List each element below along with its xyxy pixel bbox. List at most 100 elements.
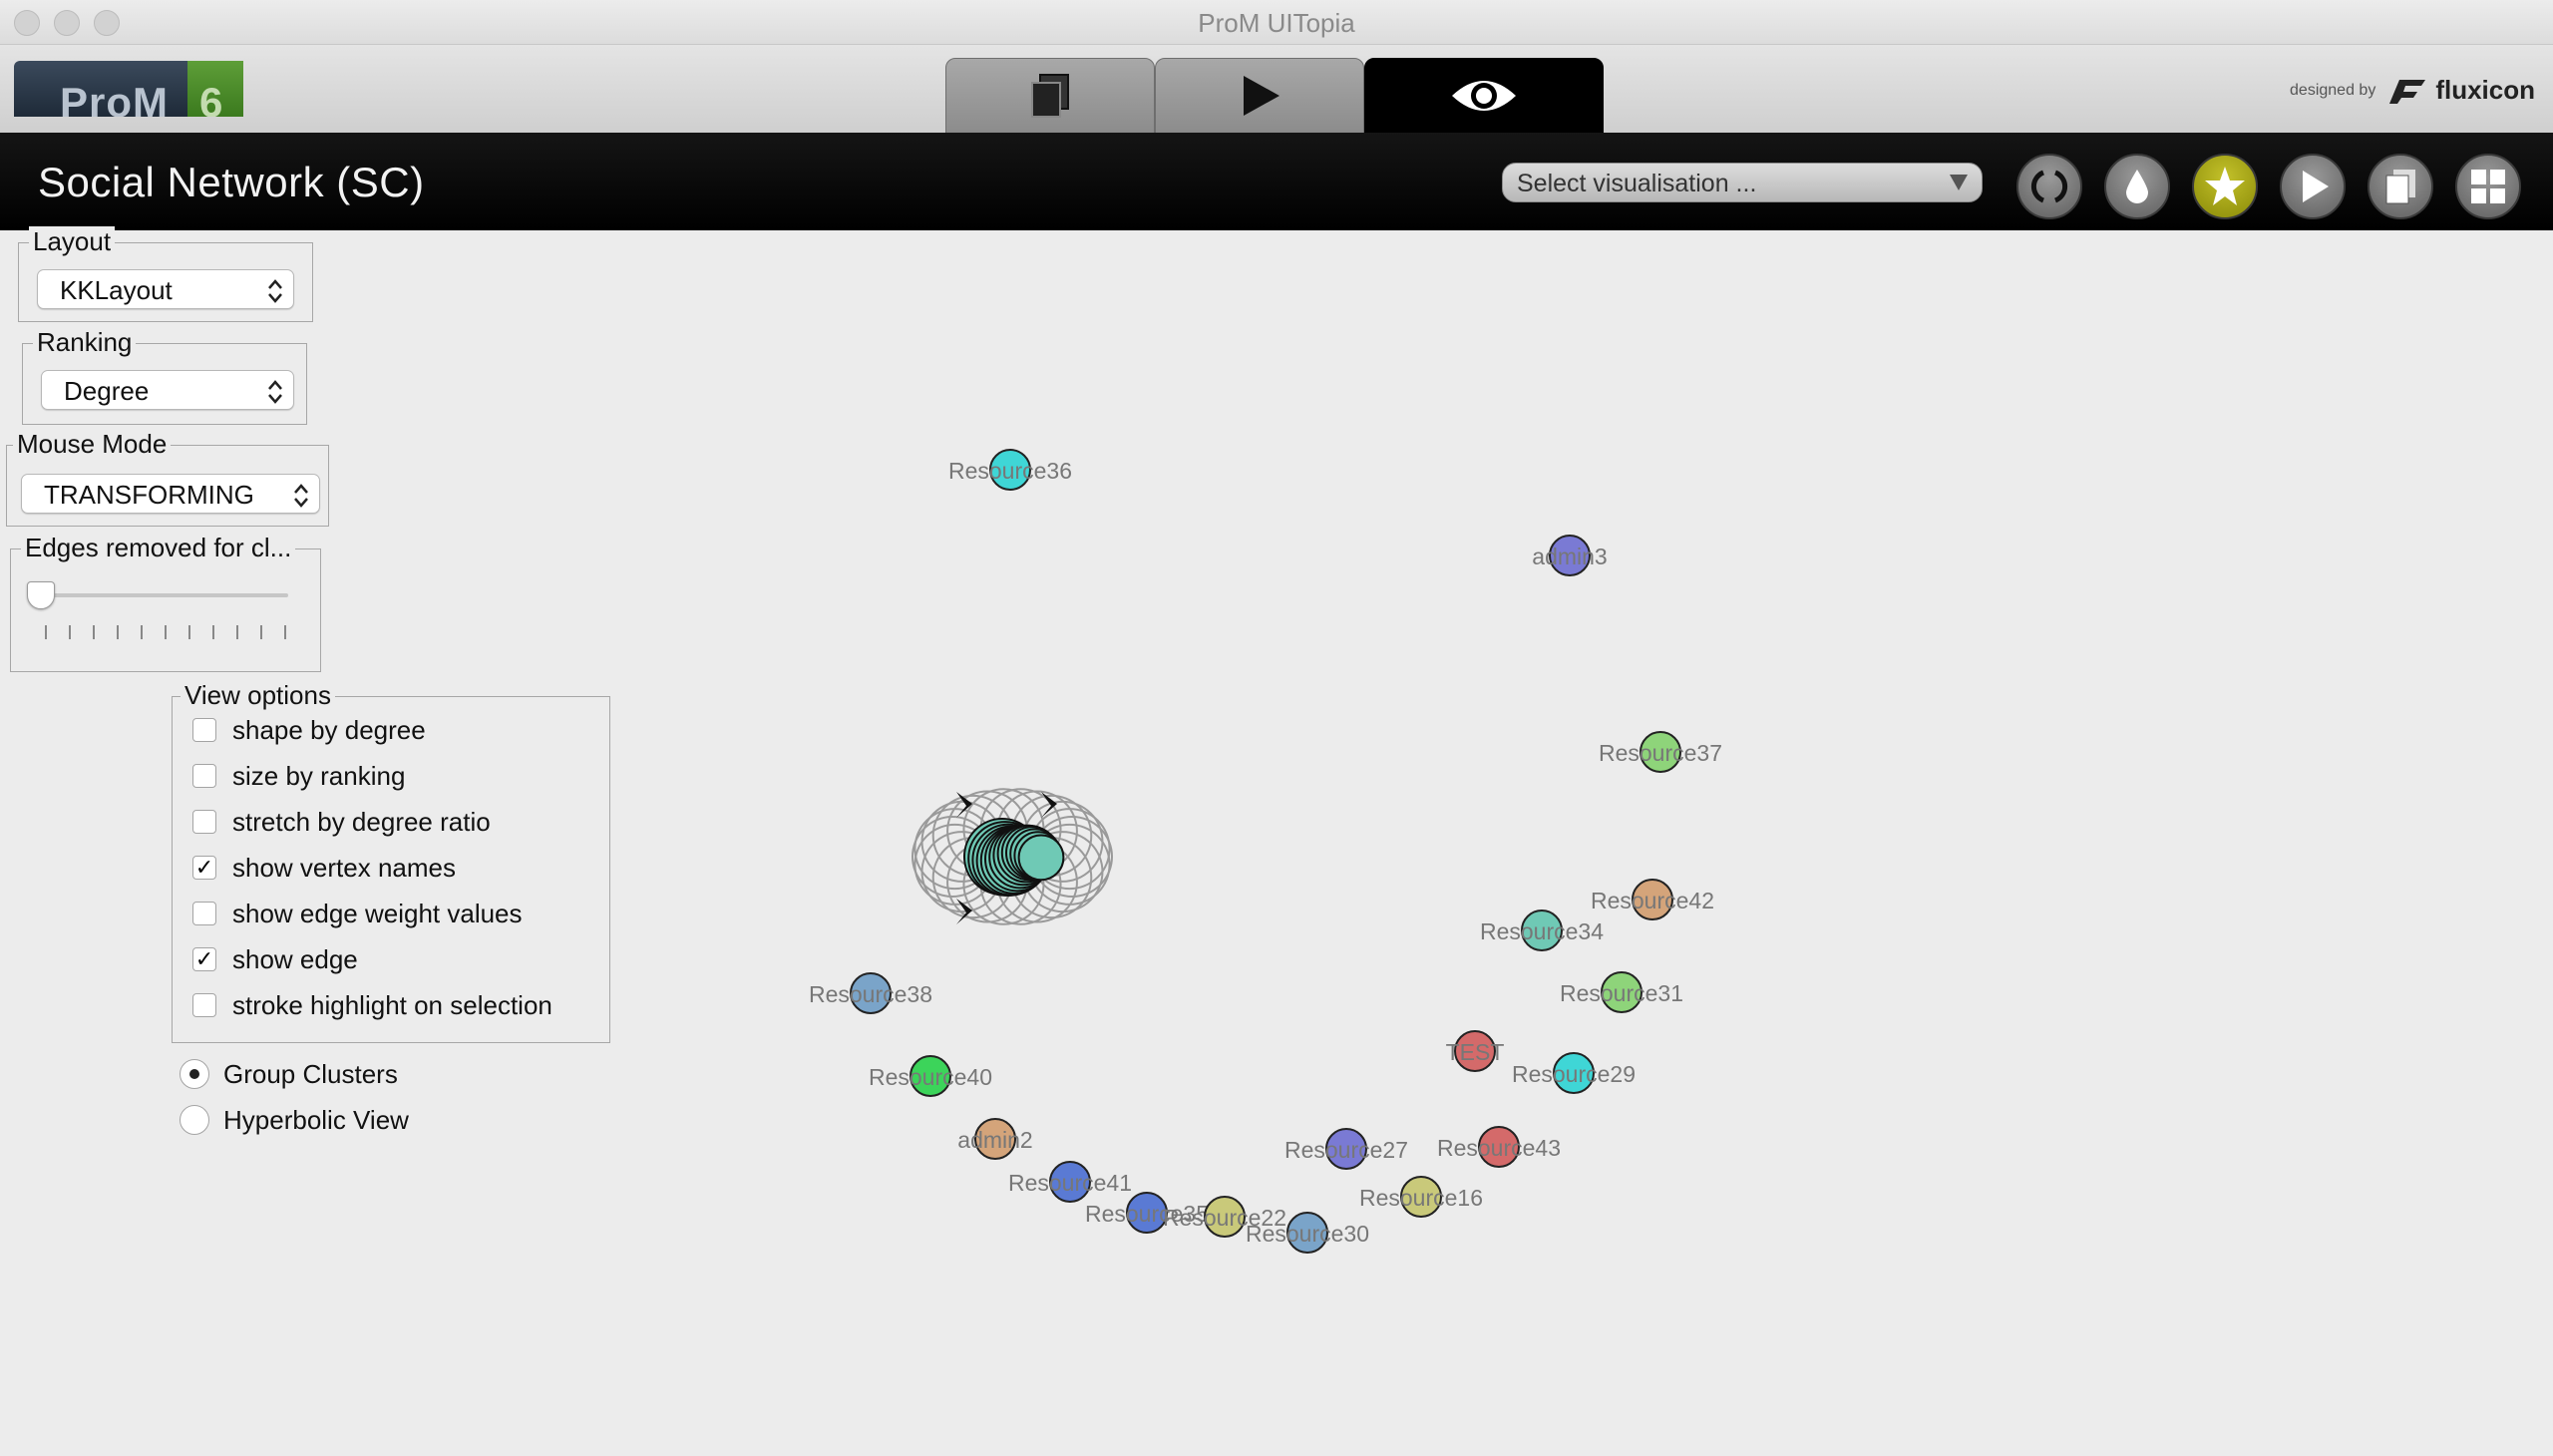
layout-select[interactable]: KKLayout: [37, 269, 294, 309]
window-title: ProM UITopia: [1198, 8, 1355, 38]
documents-icon: [2385, 170, 2415, 204]
group-clusters-label: Group Clusters: [223, 1058, 398, 1089]
play-icon: [2303, 171, 2329, 202]
mouse-mode-select[interactable]: TRANSFORMING: [21, 474, 320, 514]
cluster-node[interactable]: [1017, 834, 1065, 882]
view-option-row[interactable]: ✓ show vertex names: [192, 851, 456, 885]
graph-node[interactable]: Resource41: [1008, 1161, 1132, 1203]
layout-value: KKLayout: [60, 275, 173, 305]
node-label: Resource37: [1599, 740, 1722, 766]
checkbox[interactable]: [192, 810, 216, 834]
grid-button[interactable]: [2455, 154, 2521, 219]
graph-node[interactable]: Resource31: [1560, 971, 1683, 1013]
edges-removed-group: Edges removed for cl...: [10, 533, 321, 672]
refresh-view-button[interactable]: [2016, 154, 2082, 219]
eye-icon: [1452, 81, 1516, 111]
checkbox[interactable]: [192, 764, 216, 788]
graph-node[interactable]: Resource36: [948, 449, 1072, 491]
group-clusters-radio[interactable]: Group Clusters: [180, 1056, 398, 1092]
view-option-label: size by ranking: [232, 760, 406, 791]
view-toolbar: Social Network (SC) Select visualisation…: [0, 133, 2553, 230]
checkbox[interactable]: ✓: [192, 856, 216, 880]
graph-node[interactable]: Resource34: [1480, 910, 1604, 951]
node-label: Resource16: [1359, 1185, 1483, 1211]
slider-tick: [284, 625, 286, 639]
play-button[interactable]: [2280, 154, 2346, 219]
node-label: Resource38: [809, 981, 932, 1007]
radio-button[interactable]: [180, 1059, 209, 1089]
graph-node[interactable]: Resource27: [1284, 1128, 1408, 1170]
node-label: admin2: [957, 1127, 1032, 1153]
node-label: Resource29: [1512, 1061, 1636, 1087]
graph-node[interactable]: Resource29: [1512, 1052, 1636, 1094]
graph-node[interactable]: Resource38: [809, 972, 932, 1014]
app-header: ProM 6 designed by fluxicon: [0, 45, 2553, 134]
layout-title: Layout: [29, 226, 116, 257]
graph-node[interactable]: Resource16: [1359, 1176, 1483, 1218]
slider-tick: [188, 625, 190, 639]
fluxicon-label: fluxicon: [2435, 75, 2535, 105]
edges-slider-thumb[interactable]: [27, 581, 55, 609]
checkbox[interactable]: [192, 902, 216, 925]
slider-tick: [117, 625, 119, 639]
node-label: Resource41: [1008, 1170, 1132, 1196]
graph-node[interactable]: admin2: [957, 1118, 1033, 1160]
view-option-row[interactable]: show edge weight values: [192, 897, 523, 930]
play-icon: [1244, 76, 1279, 116]
mouse-mode-value: TRANSFORMING: [44, 480, 254, 510]
views-tab[interactable]: [1364, 58, 1604, 134]
node-label: Resource31: [1560, 980, 1683, 1006]
checkbox[interactable]: ✓: [192, 947, 216, 971]
view-option-row[interactable]: stretch by degree ratio: [192, 805, 491, 839]
view-option-label: stretch by degree ratio: [232, 806, 491, 837]
ranking-value: Degree: [64, 376, 150, 406]
slider-tick: [69, 625, 71, 639]
node-label: Resource30: [1246, 1221, 1369, 1247]
node-label: admin3: [1532, 544, 1607, 569]
node-label: Resource27: [1284, 1137, 1408, 1163]
hyperbolic-view-radio[interactable]: Hyperbolic View: [180, 1102, 409, 1138]
copy-button[interactable]: [2368, 154, 2433, 219]
view-option-label: shape by degree: [232, 714, 426, 745]
logo-version: 6: [199, 79, 223, 117]
graph-node[interactable]: Resource40: [869, 1055, 992, 1097]
graph-node[interactable]: TEST: [1446, 1030, 1505, 1072]
edges-slider-track[interactable]: [37, 593, 288, 597]
view-option-row[interactable]: size by ranking: [192, 759, 405, 793]
workspace-tab[interactable]: [945, 58, 1155, 134]
view-option-label: show vertex names: [232, 852, 456, 883]
visualisation-select[interactable]: Select visualisation ...: [1502, 163, 1983, 202]
node-cluster[interactable]: [912, 788, 1113, 925]
view-options-title: View options: [181, 680, 335, 711]
node-label: Resource34: [1480, 918, 1604, 944]
checkbox[interactable]: [192, 718, 216, 742]
up-down-icon: [294, 484, 308, 508]
checkbox[interactable]: [192, 993, 216, 1017]
prom-logo: ProM 6: [14, 61, 243, 117]
view-option-row[interactable]: shape by degree: [192, 713, 426, 747]
slider-tick: [260, 625, 262, 639]
ranking-title: Ranking: [33, 327, 137, 358]
graph-node[interactable]: Resource37: [1599, 731, 1722, 773]
ranking-select[interactable]: Degree: [41, 370, 294, 410]
node-label: Resource42: [1591, 888, 1714, 913]
graph-node[interactable]: admin3: [1532, 535, 1608, 576]
chevron-down-icon: [1950, 175, 1968, 190]
view-option-row[interactable]: stroke highlight on selection: [192, 988, 552, 1022]
graph-node[interactable]: Resource42: [1591, 879, 1714, 920]
page-title: Social Network (SC): [38, 159, 425, 205]
actions-tab[interactable]: [1155, 58, 1364, 134]
color-button[interactable]: [2104, 154, 2170, 219]
layout-group: Layout KKLayout: [18, 226, 313, 322]
view-option-label: stroke highlight on selection: [232, 989, 552, 1020]
hyperbolic-view-label: Hyperbolic View: [223, 1104, 409, 1135]
radio-button[interactable]: [180, 1105, 209, 1135]
refresh-icon: [2030, 170, 2068, 203]
window-titlebar: ProM UITopia: [0, 0, 2553, 45]
favorite-button[interactable]: [2192, 154, 2258, 219]
view-option-label: show edge weight values: [232, 898, 523, 928]
graph-node[interactable]: Resource43: [1437, 1126, 1561, 1168]
view-option-row[interactable]: ✓ show edge: [192, 942, 358, 976]
designed-by-label: designed by: [2290, 81, 2376, 99]
edges-removed-title: Edges removed for cl...: [21, 533, 296, 563]
